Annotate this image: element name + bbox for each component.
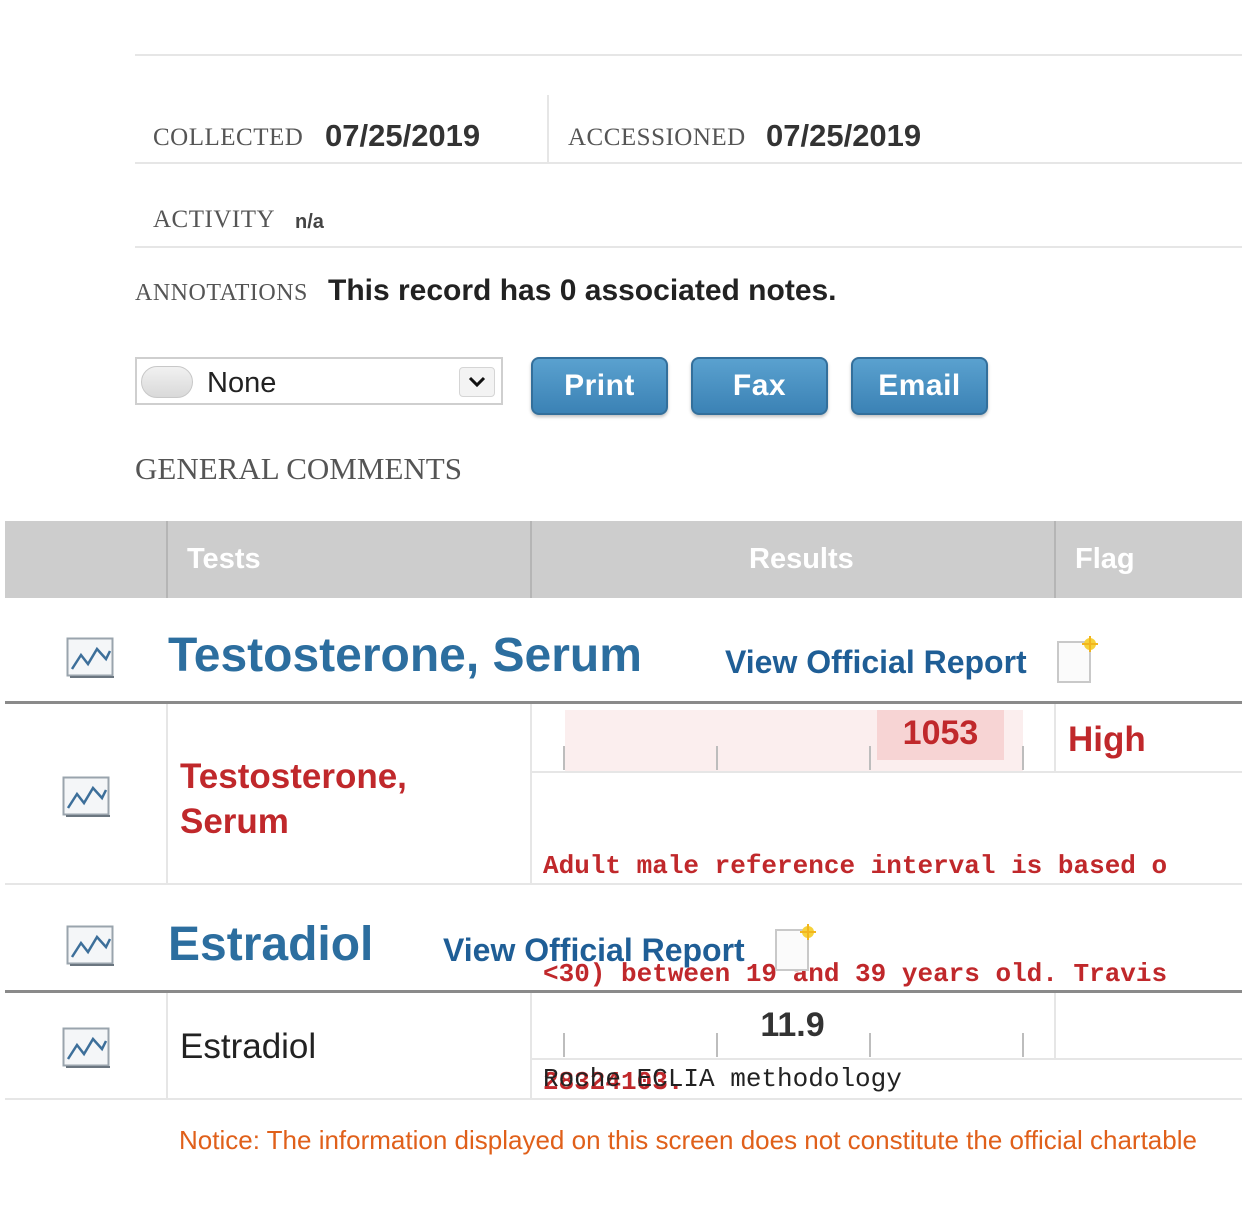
header-divider	[135, 162, 1242, 164]
notice-text: Notice: The information displayed on thi…	[179, 1125, 1197, 1155]
chevron-down-icon[interactable]	[459, 367, 495, 397]
view-official-report-link[interactable]: View Official Report	[443, 932, 745, 969]
annotations-text: This record has 0 associated notes.	[328, 274, 837, 307]
note-select[interactable]: None	[135, 357, 503, 405]
result-comment: Roche ECLIA methodology	[543, 1064, 902, 1094]
row-divider	[5, 1098, 1242, 1100]
group-divider	[5, 990, 1242, 993]
activity-label: ACTIVITY	[153, 206, 276, 233]
report-note-icon[interactable]	[1056, 636, 1100, 691]
chart-icon[interactable]	[62, 1027, 110, 1074]
select-value: None	[207, 367, 277, 399]
chart-icon[interactable]	[66, 925, 114, 972]
annotations-label: ANNOTATIONS	[135, 280, 308, 306]
column-header-flag[interactable]: Flag	[1075, 543, 1135, 576]
test-name: Estradiol	[180, 1027, 317, 1066]
group-divider	[5, 701, 1242, 704]
header-separator	[547, 95, 549, 163]
test-name: Testosterone, Serum	[180, 757, 407, 841]
result-value: 11.9	[760, 1006, 825, 1044]
flag-high: High	[1068, 720, 1146, 759]
print-button[interactable]: Print	[531, 357, 668, 415]
chart-icon[interactable]	[66, 637, 114, 684]
activity-value: n/a	[295, 211, 324, 233]
report-note-icon[interactable]	[774, 924, 818, 979]
results-table-header: Tests Results Flag	[5, 521, 1242, 598]
activity-divider	[135, 246, 1242, 248]
accessioned-date: 07/25/2019	[766, 118, 922, 153]
collected-date: 07/25/2019	[325, 118, 481, 153]
row-divider	[5, 883, 1242, 885]
collected-label: COLLECTED	[153, 124, 304, 151]
column-header-tests[interactable]: Tests	[187, 543, 261, 576]
column-header-results[interactable]: Results	[749, 543, 854, 576]
view-official-report-link[interactable]: View Official Report	[725, 644, 1027, 681]
top-divider	[135, 54, 1242, 56]
chart-icon[interactable]	[62, 776, 110, 823]
test-group-title: Estradiol	[168, 918, 374, 971]
fax-button[interactable]: Fax	[691, 357, 828, 415]
accessioned-label: ACCESSIONED	[568, 124, 746, 151]
result-value: 1053	[902, 714, 979, 752]
test-group-title: Testosterone, Serum	[168, 629, 642, 682]
email-button[interactable]: Email	[851, 357, 988, 415]
toggle-switch[interactable]	[141, 366, 193, 398]
general-comments-heading: GENERAL COMMENTS	[135, 451, 462, 486]
